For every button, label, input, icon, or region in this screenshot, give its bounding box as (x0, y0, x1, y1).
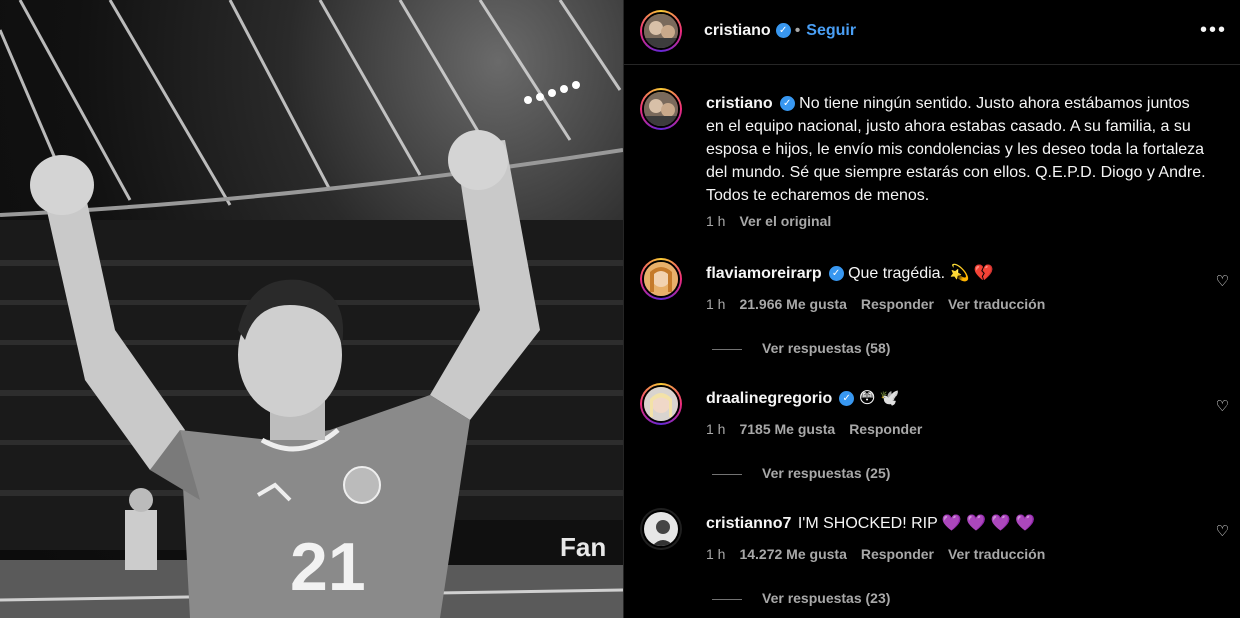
comment-time: 1 h (706, 421, 726, 437)
more-options-icon[interactable]: ••• (1200, 19, 1227, 42)
player-photo-illustration: Fan 21 (0, 0, 623, 618)
comment-time: 1 h (706, 296, 726, 312)
like-heart-icon[interactable]: ♡ (1216, 272, 1229, 290)
post-header: cristiano ✓ • Seguir ••• (624, 0, 1240, 65)
verified-icon: ✓ (775, 23, 791, 39)
reply-button[interactable]: Responder (861, 546, 934, 562)
see-original-link[interactable]: Ver el original (739, 213, 831, 229)
view-replies-label: Ver respuestas (58) (762, 340, 891, 356)
reply-button[interactable]: Responder (849, 421, 922, 437)
post-image[interactable]: Fan 21 (0, 0, 623, 618)
banner-text: Fan (560, 532, 606, 562)
view-replies-label: Ver respuestas (23) (762, 590, 891, 606)
commenter-avatar[interactable] (640, 383, 682, 425)
view-replies-button[interactable]: Ver respuestas (23) (712, 590, 890, 606)
verified-icon: ✓ (839, 391, 855, 407)
comments-panel: cristiano ✓ • Seguir ••• cristiano ✓ No tien… (623, 0, 1240, 618)
comment-username[interactable]: flaviamoreirarp (706, 265, 822, 282)
caption-username[interactable]: cristiano (706, 95, 773, 112)
replies-line (712, 598, 742, 600)
commenter-avatar[interactable] (640, 258, 682, 300)
verified-icon: ✓ (779, 96, 795, 112)
reply-button[interactable]: Responder (861, 296, 934, 312)
view-replies-button[interactable]: Ver respuestas (25) (712, 465, 890, 481)
comment-username[interactable]: draalinegregorio (706, 390, 832, 407)
view-replies-label: Ver respuestas (25) (762, 465, 891, 481)
follow-button[interactable]: Seguir (806, 22, 856, 39)
separator-dot: • (794, 22, 801, 39)
caption-avatar[interactable] (640, 88, 682, 130)
like-heart-icon[interactable]: ♡ (1216, 522, 1229, 540)
comment-likes[interactable]: 7185 Me gusta (739, 421, 835, 437)
comment-text: I'M SHOCKED! RIP 💜 💜 💜 💜 (797, 515, 1035, 532)
verified-icon: ✓ (828, 266, 844, 282)
comment-text: 😳 🕊️ (858, 390, 900, 407)
comment-text: Que tragédia. 💫 💔 (848, 265, 994, 282)
author-username[interactable]: cristiano (704, 22, 771, 39)
author-avatar[interactable] (640, 10, 682, 52)
jersey-number: 21 (290, 529, 366, 605)
caption-time: 1 h (706, 213, 726, 229)
comment-likes[interactable]: 14.272 Me gusta (739, 546, 846, 562)
caption-text: No tiene ningún sentido. Justo ahora est… (706, 95, 1206, 204)
replies-line (712, 473, 742, 475)
comment-likes[interactable]: 21.966 Me gusta (739, 296, 846, 312)
comment-username[interactable]: cristianno7 (706, 515, 791, 532)
translate-button[interactable]: Ver traducción (948, 296, 1045, 312)
commenter-avatar[interactable] (640, 508, 682, 550)
view-replies-button[interactable]: Ver respuestas (58) (712, 340, 890, 356)
replies-line (712, 348, 742, 350)
translate-button[interactable]: Ver traducción (948, 546, 1045, 562)
like-heart-icon[interactable]: ♡ (1216, 397, 1229, 415)
comment-time: 1 h (706, 546, 726, 562)
